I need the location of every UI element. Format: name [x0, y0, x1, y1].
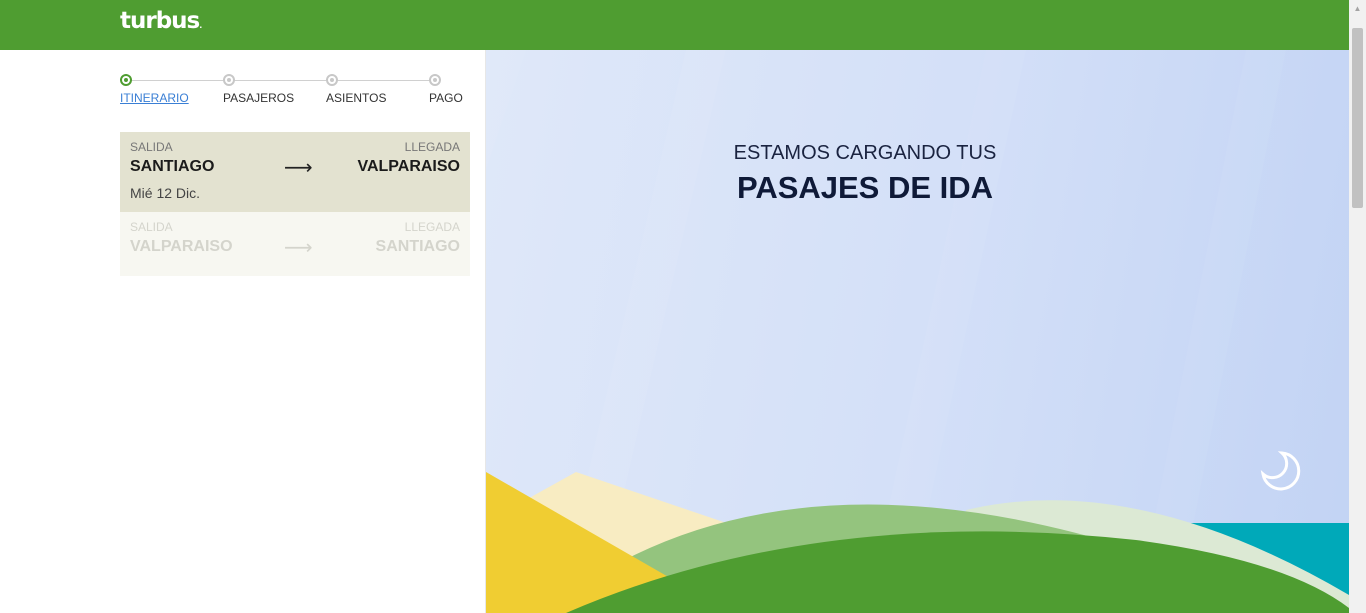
- step-pago: PAGO: [429, 74, 463, 105]
- departure-label: SALIDA: [130, 140, 173, 154]
- origin-city: VALPARAISO: [130, 238, 233, 255]
- arrow-right-icon: ⟶: [284, 157, 313, 179]
- step-label[interactable]: ITINERARIO: [120, 91, 189, 105]
- step-dot-icon: [120, 74, 132, 86]
- destination-city: VALPARAISO: [357, 158, 460, 175]
- step-asientos: ASIENTOS: [326, 74, 386, 105]
- progress-steps: ITINERARIO PASAJEROS ASIENTOS PAGO: [120, 74, 463, 114]
- logo-text: turbus: [120, 8, 200, 34]
- step-pasajeros: PASAJEROS: [223, 74, 294, 105]
- chevron-up-icon[interactable]: ▲: [1349, 0, 1366, 17]
- loading-panel: ESTAMOS CARGANDO TUS PASAJES DE IDA: [486, 50, 1349, 613]
- step-label: PASAJEROS: [223, 91, 295, 105]
- travel-date: Mié 12 Dic.: [130, 185, 201, 201]
- destination-city: SANTIAGO: [375, 238, 460, 255]
- arrow-right-icon: ⟶: [284, 237, 313, 259]
- arrival-label: LLEGADA: [404, 220, 460, 234]
- step-label: ASIENTOS: [326, 91, 387, 105]
- scroll-thumb[interactable]: [1352, 28, 1363, 208]
- vertical-scrollbar[interactable]: ▲: [1349, 0, 1366, 613]
- moon-icon: [1260, 451, 1301, 491]
- logo-dot: .: [199, 21, 203, 30]
- landscape-illustration: [486, 50, 1349, 613]
- origin-city: SANTIAGO: [130, 158, 215, 175]
- return-trip-card: SALIDA LLEGADA VALPARAISO ⟶ SANTIAGO: [120, 212, 470, 276]
- departure-label: SALIDA: [130, 220, 173, 234]
- loading-line-2: PASAJES DE IDA: [736, 170, 994, 205]
- step-itinerario[interactable]: ITINERARIO: [120, 74, 189, 105]
- turbus-logo[interactable]: turbus.: [120, 8, 202, 34]
- outbound-trip-card[interactable]: SALIDA LLEGADA SANTIAGO ⟶ VALPARAISO Mié…: [120, 132, 470, 212]
- itinerary-panel: ITINERARIO PASAJEROS ASIENTOS PAGO SALID…: [0, 50, 486, 613]
- arrival-label: LLEGADA: [404, 140, 460, 154]
- step-dot-icon: [429, 74, 441, 86]
- loading-line-1: ESTAMOS CARGANDO TUS: [733, 142, 997, 164]
- step-dot-icon: [326, 74, 338, 86]
- step-dot-icon: [223, 74, 235, 86]
- top-header-bar: turbus.: [0, 0, 1349, 50]
- step-label: PAGO: [429, 91, 463, 105]
